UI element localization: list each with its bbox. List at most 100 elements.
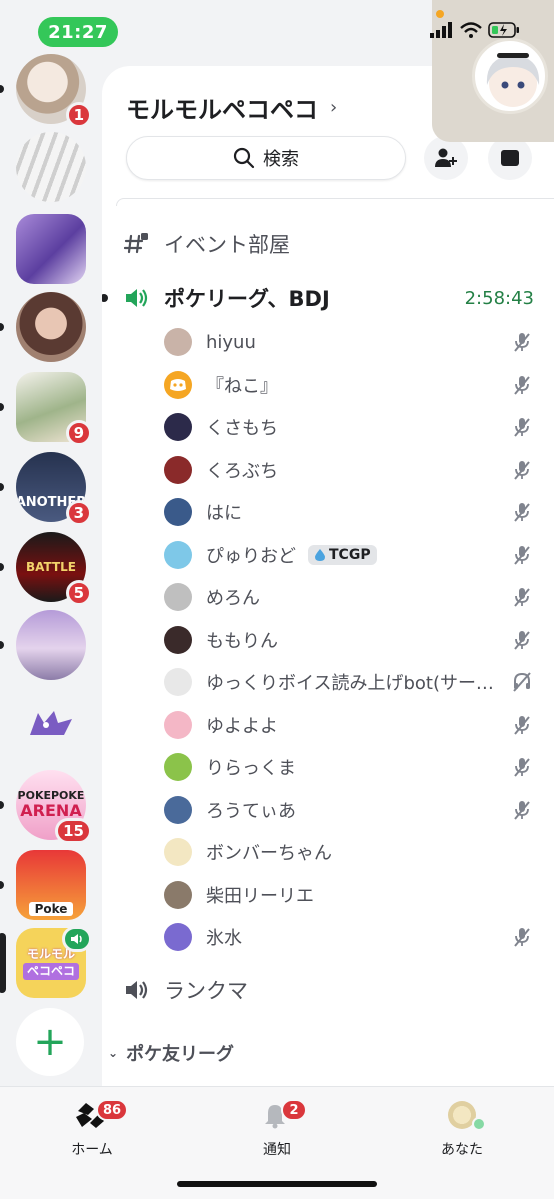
voice-user-row[interactable]: りらっくま — [164, 746, 532, 788]
server-label: ペコペコ — [22, 963, 79, 980]
tab-you[interactable]: あなた — [402, 1101, 522, 1159]
events-button[interactable] — [488, 136, 532, 180]
voice-user-name: ゆっくりボイス読み上げbot(サーバー1) — [206, 673, 496, 694]
unread-indicator — [0, 85, 4, 93]
chevron-right-icon: › — [330, 97, 338, 118]
avatar — [164, 413, 192, 441]
unread-indicator — [0, 563, 4, 571]
avatar — [164, 668, 192, 696]
voice-user-row[interactable]: くろぶち — [164, 449, 532, 491]
voice-user-row[interactable]: ボンバーちゃん — [164, 831, 532, 873]
search-label: 検索 — [263, 149, 299, 170]
voice-user-name: はに — [206, 503, 242, 524]
divider — [116, 198, 554, 206]
server-icon-11[interactable]: Poke — [0, 850, 86, 920]
avatar — [164, 328, 192, 356]
voice-user-row[interactable]: ゆっくりボイス読み上げbot(サーバー1) — [164, 661, 532, 703]
voice-channel-icon — [124, 978, 152, 1002]
voice-user-row[interactable]: ぴゅりおど TCGP — [164, 534, 532, 576]
text-channel-icon — [124, 232, 152, 256]
voice-channel-active[interactable]: ポケリーグ、BDJ 2:58:43 — [102, 278, 534, 318]
channel-panel: モルモルペコペコ › 検索 イベント部屋 ポケリーグ、BDJ 2:58:43 h… — [102, 66, 554, 1086]
server-rail: 1 9 ANOTHER 3 BATTLE 5 POKEPOKE ARENA 15… — [0, 40, 102, 1086]
voice-user-row[interactable]: 柴田リーリエ — [164, 874, 532, 916]
voice-user-name: めろん — [206, 588, 260, 609]
server-icon-5[interactable]: 9 — [0, 372, 92, 446]
mic-muted-icon — [512, 714, 532, 736]
server-icon-1[interactable]: 1 — [0, 54, 92, 128]
search-button[interactable]: 検索 — [126, 136, 406, 180]
voice-user-name: ももりん — [206, 630, 278, 652]
voice-user-name: 氷水 — [206, 928, 242, 949]
voice-user-row[interactable]: hiyuu — [164, 321, 532, 363]
server-icon-3[interactable] — [16, 214, 86, 284]
tag-label: TCGP — [329, 546, 371, 563]
invite-members-button[interactable] — [424, 136, 468, 180]
category-header[interactable]: ⌄ ポケ友リーグ — [108, 1040, 234, 1066]
tab-notifications[interactable]: 2 通知 — [217, 1099, 337, 1159]
voice-user-row[interactable]: くさもち — [164, 406, 532, 448]
mic-muted-icon — [512, 331, 532, 353]
voice-user-row[interactable]: ゆよよよ — [164, 704, 532, 746]
voice-channel-rank[interactable]: ランクマ — [124, 970, 534, 1010]
mic-muted-icon — [512, 756, 532, 778]
mention-badge: 15 — [55, 818, 92, 844]
unread-indicator — [0, 641, 4, 649]
deafened-icon — [512, 671, 532, 693]
unread-indicator — [0, 323, 4, 331]
server-icon-8[interactable] — [0, 610, 86, 680]
server-icon-7[interactable]: BATTLE 5 — [0, 532, 92, 606]
avatar — [164, 498, 192, 526]
server-icon-2[interactable] — [16, 132, 86, 202]
avatar — [164, 583, 192, 611]
channel-event-room[interactable]: イベント部屋 — [124, 224, 534, 264]
mic-muted-icon — [512, 544, 532, 566]
tab-home[interactable]: 86 ホーム — [32, 1099, 152, 1159]
signal-icon — [430, 22, 452, 38]
add-server-button[interactable]: + — [16, 1008, 84, 1076]
avatar — [164, 710, 192, 739]
server-icon-current[interactable]: モルモル ペコペコ — [0, 926, 92, 998]
voice-user-row[interactable]: はに — [164, 491, 532, 533]
voice-user-name: くろぶち — [206, 460, 279, 482]
pip-overlay[interactable] — [430, 0, 554, 142]
avatar — [472, 38, 548, 114]
tab-label: あなた — [441, 1142, 483, 1158]
unread-indicator — [0, 483, 4, 491]
server-header[interactable]: モルモルペコペコ › — [126, 90, 337, 125]
server-icon-4[interactable] — [0, 292, 86, 362]
camera-dot — [436, 10, 444, 18]
mic-muted-icon — [512, 416, 532, 438]
wifi-icon — [460, 22, 482, 38]
mic-muted-icon — [512, 629, 532, 651]
voice-user-row[interactable]: めろん — [164, 576, 532, 618]
category-name: ポケ友リーグ — [126, 1044, 235, 1065]
server-icon-10[interactable]: POKEPOKE ARENA 15 — [0, 770, 92, 844]
mic-muted-icon — [512, 926, 532, 948]
avatar — [164, 923, 192, 951]
active-indicator — [102, 294, 108, 302]
avatar — [164, 795, 192, 824]
bell-icon: 2 — [259, 1099, 307, 1133]
calendar-icon — [501, 150, 519, 166]
mic-muted-icon — [512, 459, 532, 481]
server-name: モルモルペコペコ — [126, 96, 318, 124]
notifications-badge: 2 — [281, 1099, 307, 1121]
channel-name: ポケリーグ、BDJ — [164, 287, 330, 311]
voice-user-name: ゆよよよ — [206, 715, 278, 737]
voice-user-row[interactable]: ろうてぃあ — [164, 789, 532, 831]
voice-user-row[interactable]: 氷水 — [164, 916, 532, 958]
voice-user-name: hiyuu — [206, 331, 256, 353]
voice-user-row[interactable]: ももりん — [164, 619, 532, 661]
mic-muted-icon — [512, 586, 532, 608]
server-icon-6[interactable]: ANOTHER 3 — [0, 452, 92, 526]
add-person-icon — [435, 148, 457, 167]
server-icon-9[interactable] — [16, 690, 86, 760]
avatar — [164, 370, 192, 399]
home-icon: 86 — [74, 1099, 129, 1133]
tab-label: ホーム — [71, 1142, 113, 1158]
call-duration: 2:58:43 — [464, 287, 534, 309]
channel-name: イベント部屋 — [164, 233, 290, 257]
voice-user-row[interactable]: 『ねこ』 — [164, 364, 532, 406]
mention-badge: 5 — [65, 580, 92, 606]
